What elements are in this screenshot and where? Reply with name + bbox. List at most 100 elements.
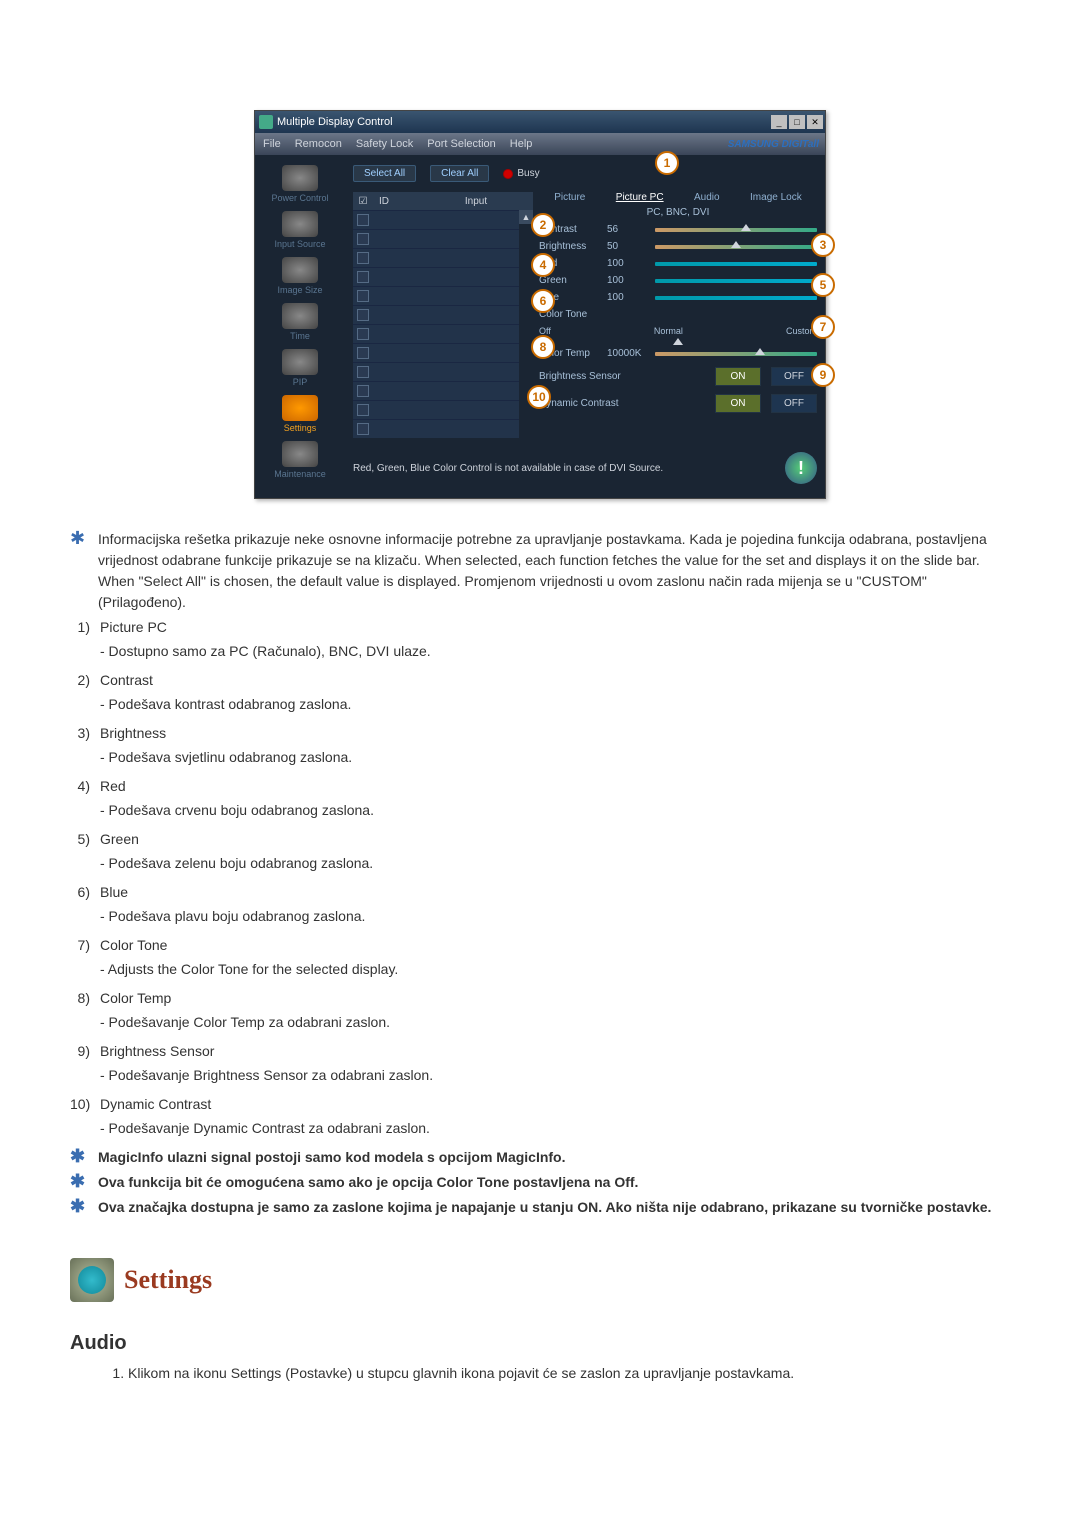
page: Multiple Display Control _ □ ✕ File Remo… xyxy=(0,0,1080,1441)
menu-port-selection[interactable]: Port Selection xyxy=(427,138,495,150)
sidebar-item-time[interactable]: Time xyxy=(282,303,318,341)
minimize-button[interactable]: _ xyxy=(771,115,787,129)
grid-row[interactable] xyxy=(353,305,519,324)
numbered-item: 3)Brightness xyxy=(70,723,1010,744)
row-checkbox[interactable] xyxy=(357,252,369,264)
callout-7: 7 xyxy=(811,315,835,339)
tab-picture-pc[interactable]: Picture PC xyxy=(616,192,664,203)
menu-safety-lock[interactable]: Safety Lock xyxy=(356,138,413,150)
contrast-value: 56 xyxy=(607,224,649,235)
callout-8: 8 xyxy=(531,335,555,359)
item-number: 1) xyxy=(70,617,90,638)
pip-icon xyxy=(282,349,318,375)
sidebar-item-maintenance[interactable]: Maintenance xyxy=(274,441,326,479)
item-title: Color Temp xyxy=(100,988,171,1009)
menu-help[interactable]: Help xyxy=(510,138,533,150)
row-checkbox[interactable] xyxy=(357,404,369,416)
grid-row[interactable] xyxy=(353,248,519,267)
sidebar-label: Input Source xyxy=(274,239,325,249)
grid-row[interactable] xyxy=(353,362,519,381)
grid-row[interactable] xyxy=(353,324,519,343)
color-tone-slider[interactable]: Color Tone Off Normal Custom xyxy=(539,309,817,342)
callout-5: 5 xyxy=(811,273,835,297)
grid-row[interactable] xyxy=(353,400,519,419)
row-checkbox[interactable] xyxy=(357,271,369,283)
tab-picture[interactable]: Picture xyxy=(554,192,585,203)
dynamic-contrast-row: Dynamic Contrast ON OFF xyxy=(539,394,817,413)
callout-2: 2 xyxy=(531,213,555,237)
numbered-item: 9)Brightness Sensor xyxy=(70,1041,1010,1062)
sidebar-item-pip[interactable]: PIP xyxy=(282,349,318,387)
row-checkbox[interactable] xyxy=(357,423,369,435)
green-value: 100 xyxy=(607,275,649,286)
item-desc: - Podešavanje Brightness Sensor za odabr… xyxy=(100,1065,1010,1086)
end-note: ✱MagicInfo ulazni signal postoji samo ko… xyxy=(70,1147,1010,1168)
item-title: Dynamic Contrast xyxy=(100,1094,211,1115)
grid-row[interactable] xyxy=(353,229,519,248)
tab-image-lock[interactable]: Image Lock xyxy=(750,192,802,203)
row-checkbox[interactable] xyxy=(357,385,369,397)
star-icon: ✱ xyxy=(70,1197,88,1215)
slider-thumb[interactable] xyxy=(755,348,765,355)
item-title: Picture PC xyxy=(100,617,167,638)
bsensor-on-button[interactable]: ON xyxy=(715,367,761,386)
end-note: ✱ Ova značajka dostupna je samo za zaslon… xyxy=(70,1197,1010,1218)
settings-panel: Picture Picture PC Audio Image Lock PC, … xyxy=(539,192,817,438)
red-slider[interactable]: Red 100 xyxy=(539,258,817,269)
sidebar-item-image-size[interactable]: Image Size xyxy=(277,257,322,295)
grid-header: ☑ ID Input xyxy=(353,192,533,210)
grid-row[interactable] xyxy=(353,267,519,286)
display-grid: ☑ ID Input xyxy=(353,192,533,438)
sidebar-item-settings[interactable]: Settings xyxy=(282,395,318,433)
warning-icon: ! xyxy=(785,452,817,484)
slider-thumb[interactable] xyxy=(731,241,741,248)
close-button[interactable]: ✕ xyxy=(807,115,823,129)
settings-section-icon xyxy=(70,1258,114,1302)
note-row: Red, Green, Blue Color Control is not av… xyxy=(353,452,817,484)
dcontrast-off-button[interactable]: OFF xyxy=(771,394,817,413)
col-check[interactable]: ☑ xyxy=(353,196,373,207)
menu-remocon[interactable]: Remocon xyxy=(295,138,342,150)
time-icon xyxy=(282,303,318,329)
grid-row[interactable] xyxy=(353,286,519,305)
blue-slider[interactable]: Blue 100 xyxy=(539,292,817,303)
row-checkbox[interactable] xyxy=(357,366,369,378)
window-title: Multiple Display Control xyxy=(277,116,393,128)
audio-list-item: Klikom na ikonu Settings (Postavke) u st… xyxy=(128,1365,1010,1381)
green-slider[interactable]: Green 100 xyxy=(539,275,817,286)
row-checkbox[interactable] xyxy=(357,328,369,340)
item-desc: - Dostupno samo za PC (Računalo), BNC, D… xyxy=(100,641,1010,662)
color-temp-slider[interactable]: Color Temp 10000K xyxy=(539,348,817,359)
app-icon xyxy=(259,115,273,129)
sidebar-item-power[interactable]: Power Control xyxy=(271,165,328,203)
item-title: Green xyxy=(100,829,139,850)
note-text: Ova značajka dostupna je samo za zaslone… xyxy=(98,1197,991,1218)
settings-section-title: Settings xyxy=(124,1265,212,1295)
item-title: Contrast xyxy=(100,670,153,691)
select-all-button[interactable]: Select All xyxy=(353,165,416,182)
sidebar-item-input[interactable]: Input Source xyxy=(274,211,325,249)
clear-all-button[interactable]: Clear All xyxy=(430,165,489,182)
tab-audio[interactable]: Audio xyxy=(694,192,720,203)
brightness-slider[interactable]: Brightness 50 xyxy=(539,241,817,252)
maximize-button[interactable]: □ xyxy=(789,115,805,129)
bsensor-off-button[interactable]: OFF xyxy=(771,367,817,386)
row-checkbox[interactable] xyxy=(357,290,369,302)
callout-10: 10 xyxy=(527,385,551,409)
grid-row[interactable] xyxy=(353,343,519,362)
grid-row[interactable] xyxy=(353,381,519,400)
slider-thumb[interactable] xyxy=(741,224,751,231)
dcontrast-on-button[interactable]: ON xyxy=(715,394,761,413)
grid-row[interactable] xyxy=(353,210,519,229)
numbered-item: 4)Red xyxy=(70,776,1010,797)
row-checkbox[interactable] xyxy=(357,214,369,226)
slider-thumb[interactable] xyxy=(673,338,683,345)
numbered-item: 1) Picture PC xyxy=(70,617,1010,638)
note-text: Red, Green, Blue Color Control is not av… xyxy=(353,463,663,474)
contrast-slider[interactable]: Contrast 56 xyxy=(539,224,817,235)
menu-file[interactable]: File xyxy=(263,138,281,150)
row-checkbox[interactable] xyxy=(357,233,369,245)
grid-row[interactable] xyxy=(353,419,519,438)
row-checkbox[interactable] xyxy=(357,347,369,359)
row-checkbox[interactable] xyxy=(357,309,369,321)
